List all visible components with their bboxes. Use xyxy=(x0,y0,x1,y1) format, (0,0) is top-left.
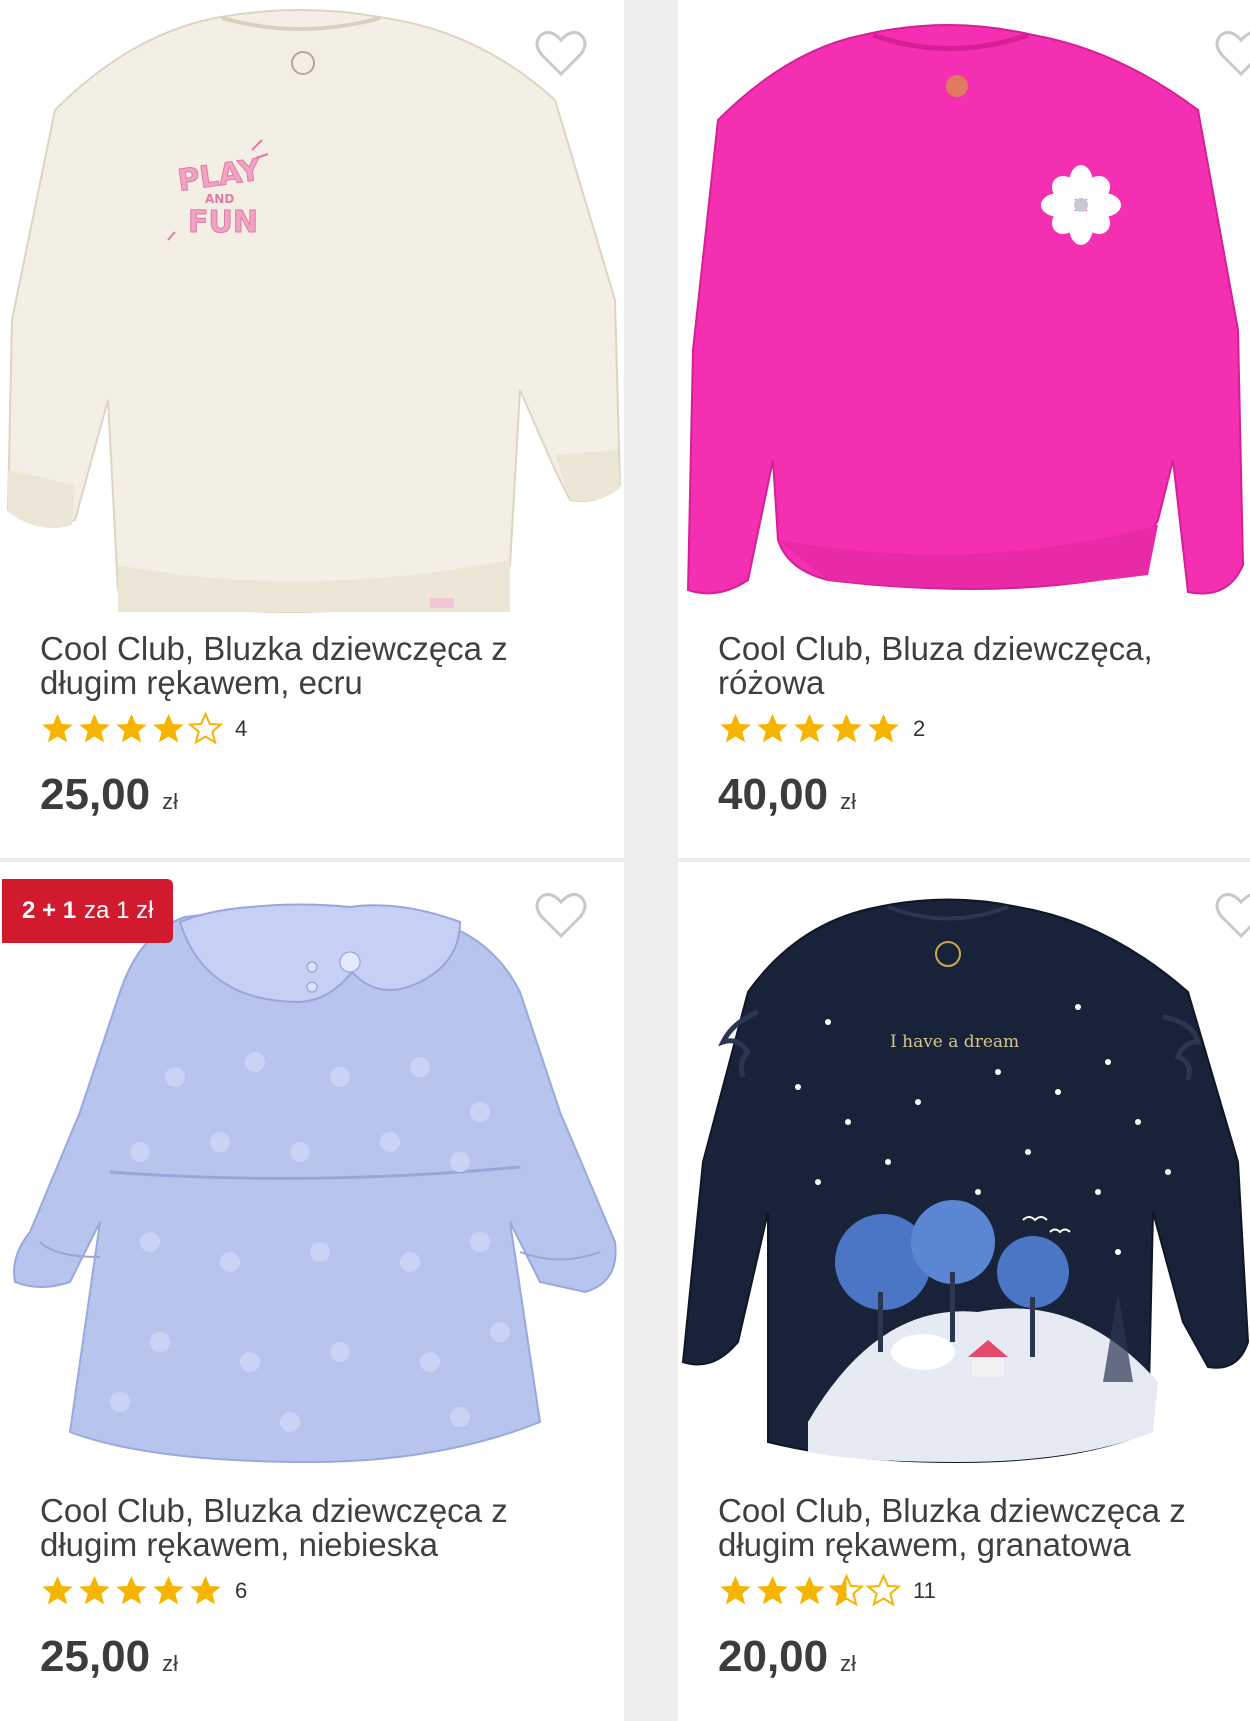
favorite-heart-icon[interactable] xyxy=(535,30,587,78)
rating-count: 6 xyxy=(235,1577,248,1603)
star-filled-icon xyxy=(188,1574,223,1607)
promo-badge-text: za 1 zł xyxy=(84,897,154,924)
product-card[interactable]: I have a dream Cool Club, Bluzka dziewcz… xyxy=(678,862,1250,1721)
product-rating: 2 xyxy=(718,712,925,745)
product-price: 40,00 zł xyxy=(718,770,856,820)
star-filled-icon xyxy=(77,712,112,745)
product-grid: PLAY AND FUN Cool Club, Bluzka dziewczęc… xyxy=(0,0,1250,1721)
star-filled-icon xyxy=(77,1574,112,1607)
product-rating: 6 xyxy=(40,1574,247,1607)
price-currency: zł xyxy=(162,1651,178,1676)
favorite-heart-icon[interactable] xyxy=(535,892,587,940)
star-empty-icon xyxy=(866,1574,901,1607)
print-text: I have a dream xyxy=(890,1032,1019,1052)
favorite-heart-icon[interactable] xyxy=(1215,30,1250,78)
product-title[interactable]: Cool Club, Bluzka dziewczęca z długim rę… xyxy=(40,632,580,700)
product-title[interactable]: Cool Club, Bluzka dziewczęca z długim rę… xyxy=(40,1494,580,1562)
star-filled-icon xyxy=(792,1574,827,1607)
longsleeve-navy-image: I have a dream xyxy=(681,898,1250,1464)
product-image[interactable]: PLAY AND FUN xyxy=(0,0,624,618)
star-filled-icon xyxy=(718,1574,753,1607)
product-card[interactable]: PLAY AND FUN Cool Club, Bluzka dziewczęc… xyxy=(0,0,624,858)
rating-count: 4 xyxy=(235,715,248,741)
star-filled-icon xyxy=(792,712,827,745)
star-half-icon xyxy=(829,1574,864,1607)
star-filled-icon xyxy=(40,712,75,745)
rating-count: 11 xyxy=(913,1577,936,1603)
product-card[interactable]: 2 + 1 za 1 zł Cool Club, Bluzka dziewczę… xyxy=(0,862,624,1721)
rating-count: 2 xyxy=(913,715,926,741)
price-currency: zł xyxy=(840,789,856,814)
print-text: FUN xyxy=(188,205,258,240)
star-empty-icon xyxy=(188,712,223,745)
star-filled-icon xyxy=(755,712,790,745)
price-amount: 25,00 xyxy=(40,1632,151,1681)
product-rating: 4 xyxy=(40,712,247,745)
price-amount: 20,00 xyxy=(718,1632,829,1681)
star-filled-icon xyxy=(755,1574,790,1607)
favorite-heart-icon[interactable] xyxy=(1215,892,1250,940)
product-image[interactable]: I have a dream xyxy=(678,862,1250,1480)
star-filled-icon xyxy=(151,712,186,745)
promo-badge: 2 + 1 za 1 zł xyxy=(2,879,174,943)
star-filled-icon xyxy=(151,1574,186,1607)
product-title[interactable]: Cool Club, Bluzka dziewczęca z długim rę… xyxy=(718,1494,1250,1562)
product-card[interactable]: Cool Club, Bluza dziewczęca, różowa 2 40… xyxy=(678,0,1250,858)
star-filled-icon xyxy=(114,1574,149,1607)
product-title[interactable]: Cool Club, Bluza dziewczęca, różowa xyxy=(718,632,1250,700)
star-filled-icon xyxy=(829,712,864,745)
product-price: 25,00 zł xyxy=(40,1632,178,1682)
star-filled-icon xyxy=(40,1574,75,1607)
sweatshirt-pink-image xyxy=(686,24,1245,595)
product-price: 20,00 zł xyxy=(718,1632,856,1682)
product-rating: 11 xyxy=(718,1574,936,1607)
print-text: AND xyxy=(205,192,234,206)
price-currency: zł xyxy=(162,789,178,814)
sweatshirt-ecru-image: PLAY AND FUN xyxy=(6,9,622,614)
blouse-blue-image xyxy=(13,903,617,1464)
product-price: 25,00 zł xyxy=(40,770,178,820)
star-filled-icon xyxy=(114,712,149,745)
price-currency: zł xyxy=(840,1651,856,1676)
product-image[interactable] xyxy=(0,862,624,1480)
star-filled-icon xyxy=(718,712,753,745)
promo-badge-bold: 2 + 1 xyxy=(22,897,77,924)
product-image[interactable] xyxy=(678,0,1250,618)
price-amount: 40,00 xyxy=(718,770,829,819)
price-amount: 25,00 xyxy=(40,770,151,819)
star-filled-icon xyxy=(866,712,901,745)
